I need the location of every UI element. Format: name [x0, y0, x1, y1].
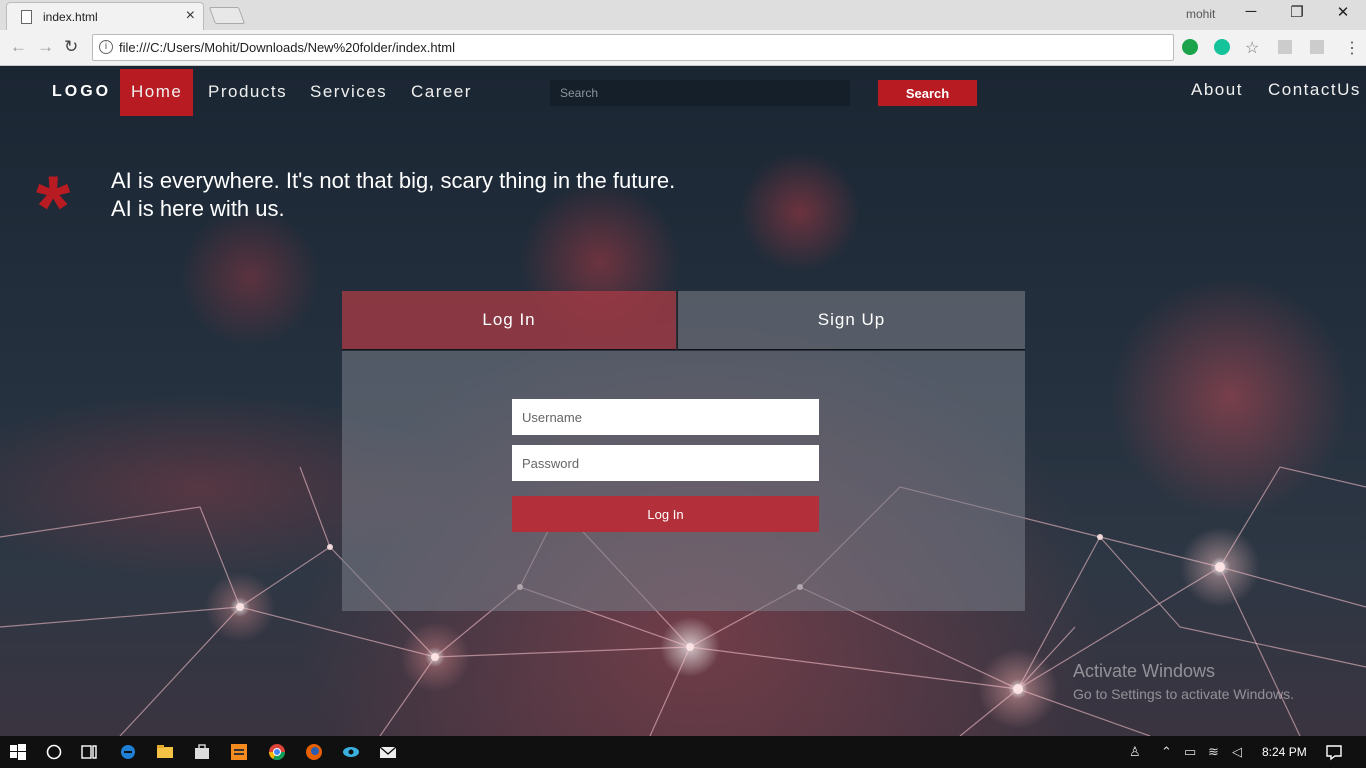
- edge-icon[interactable]: [119, 743, 137, 761]
- tab-close-icon[interactable]: ×: [186, 7, 195, 25]
- password-input[interactable]: [512, 445, 819, 481]
- address-url[interactable]: file:///C:/Users/Mohit/Downloads/New%20f…: [119, 40, 455, 55]
- extension-puzzle-icon[interactable]: [1310, 40, 1324, 54]
- tab-login[interactable]: Log In: [342, 291, 676, 350]
- bookmark-star-icon[interactable]: ☆: [1245, 38, 1259, 58]
- search-input[interactable]: [550, 80, 850, 106]
- activation-watermark-title: Activate Windows: [1073, 661, 1216, 681]
- eye-app-icon[interactable]: [342, 743, 360, 761]
- nav-services[interactable]: Services: [299, 69, 398, 116]
- site-logo[interactable]: LOGO: [52, 83, 111, 101]
- menu-icon[interactable]: ⋮: [1344, 38, 1360, 58]
- site-navbar: LOGO Home Products Services Career Searc…: [0, 67, 1366, 117]
- forward-icon[interactable]: →: [37, 37, 54, 57]
- windows-taskbar: ♙ ⌃ ▭ ≋ ◁ 8:24 PM: [0, 736, 1366, 768]
- extension-shield-icon[interactable]: [1278, 40, 1292, 54]
- page-viewport: LOGO Home Products Services Career Searc…: [0, 67, 1366, 736]
- activation-watermark-subtitle: Go to Settings to activate Windows.: [1073, 686, 1294, 702]
- reload-icon[interactable]: ↻: [64, 37, 78, 57]
- nav-contact[interactable]: ContactUs: [1268, 80, 1361, 100]
- nav-products[interactable]: Products: [197, 69, 298, 116]
- minimize-icon[interactable]: ─: [1236, 3, 1266, 20]
- window-close-icon[interactable]: ✕: [1328, 3, 1358, 21]
- chevron-up-icon[interactable]: ⌃: [1161, 744, 1172, 760]
- people-icon[interactable]: ♙: [1129, 744, 1141, 760]
- file-explorer-icon[interactable]: [156, 743, 174, 761]
- login-submit-button[interactable]: Log In: [512, 496, 819, 532]
- username-input[interactable]: [512, 399, 819, 435]
- taskbar-clock[interactable]: 8:24 PM: [1262, 745, 1307, 759]
- sublime-text-icon[interactable]: [230, 743, 248, 761]
- task-view-icon[interactable]: [80, 743, 98, 761]
- mail-icon[interactable]: [379, 743, 397, 761]
- search-button[interactable]: Search: [878, 80, 977, 106]
- back-icon[interactable]: ←: [10, 37, 27, 57]
- battery-icon[interactable]: ▭: [1184, 744, 1196, 760]
- profile-name[interactable]: mohit: [1186, 7, 1215, 21]
- nav-career[interactable]: Career: [400, 69, 483, 116]
- grammarly-icon[interactable]: [1214, 39, 1230, 55]
- action-center-icon[interactable]: [1325, 743, 1343, 761]
- new-tab-button[interactable]: [208, 7, 246, 24]
- address-bar[interactable]: i file:///C:/Users/Mohit/Downloads/New%2…: [92, 34, 1174, 61]
- login-form: Log In: [342, 351, 1025, 611]
- info-icon[interactable]: i: [99, 40, 113, 54]
- chrome-icon[interactable]: [268, 743, 286, 761]
- wifi-icon[interactable]: ≋: [1208, 744, 1219, 760]
- tab-title: index.html: [43, 10, 98, 24]
- browser-tab[interactable]: index.html ×: [6, 2, 204, 30]
- extension-icon[interactable]: [1182, 39, 1198, 55]
- nav-home[interactable]: Home: [120, 69, 194, 116]
- volume-icon[interactable]: ◁: [1232, 744, 1242, 760]
- cortana-search-icon[interactable]: [45, 743, 63, 761]
- asterisk-icon: *: [36, 157, 71, 256]
- nav-about[interactable]: About: [1191, 80, 1243, 100]
- browser-tabstrip: index.html × mohit ─ ❐ ✕: [0, 0, 1366, 30]
- firefox-icon[interactable]: [305, 743, 323, 761]
- restore-icon[interactable]: ❐: [1282, 3, 1312, 21]
- hero-quote: AI is everywhere. It's not that big, sca…: [111, 168, 676, 221]
- tab-signup[interactable]: Sign Up: [677, 291, 1025, 350]
- auth-panel: Log In Sign Up Log In: [342, 291, 1025, 611]
- windows-start-icon[interactable]: [9, 743, 27, 761]
- page-icon: [21, 10, 32, 24]
- browser-toolbar: ← → ↻ i file:///C:/Users/Mohit/Downloads…: [0, 30, 1366, 66]
- store-icon[interactable]: [193, 743, 211, 761]
